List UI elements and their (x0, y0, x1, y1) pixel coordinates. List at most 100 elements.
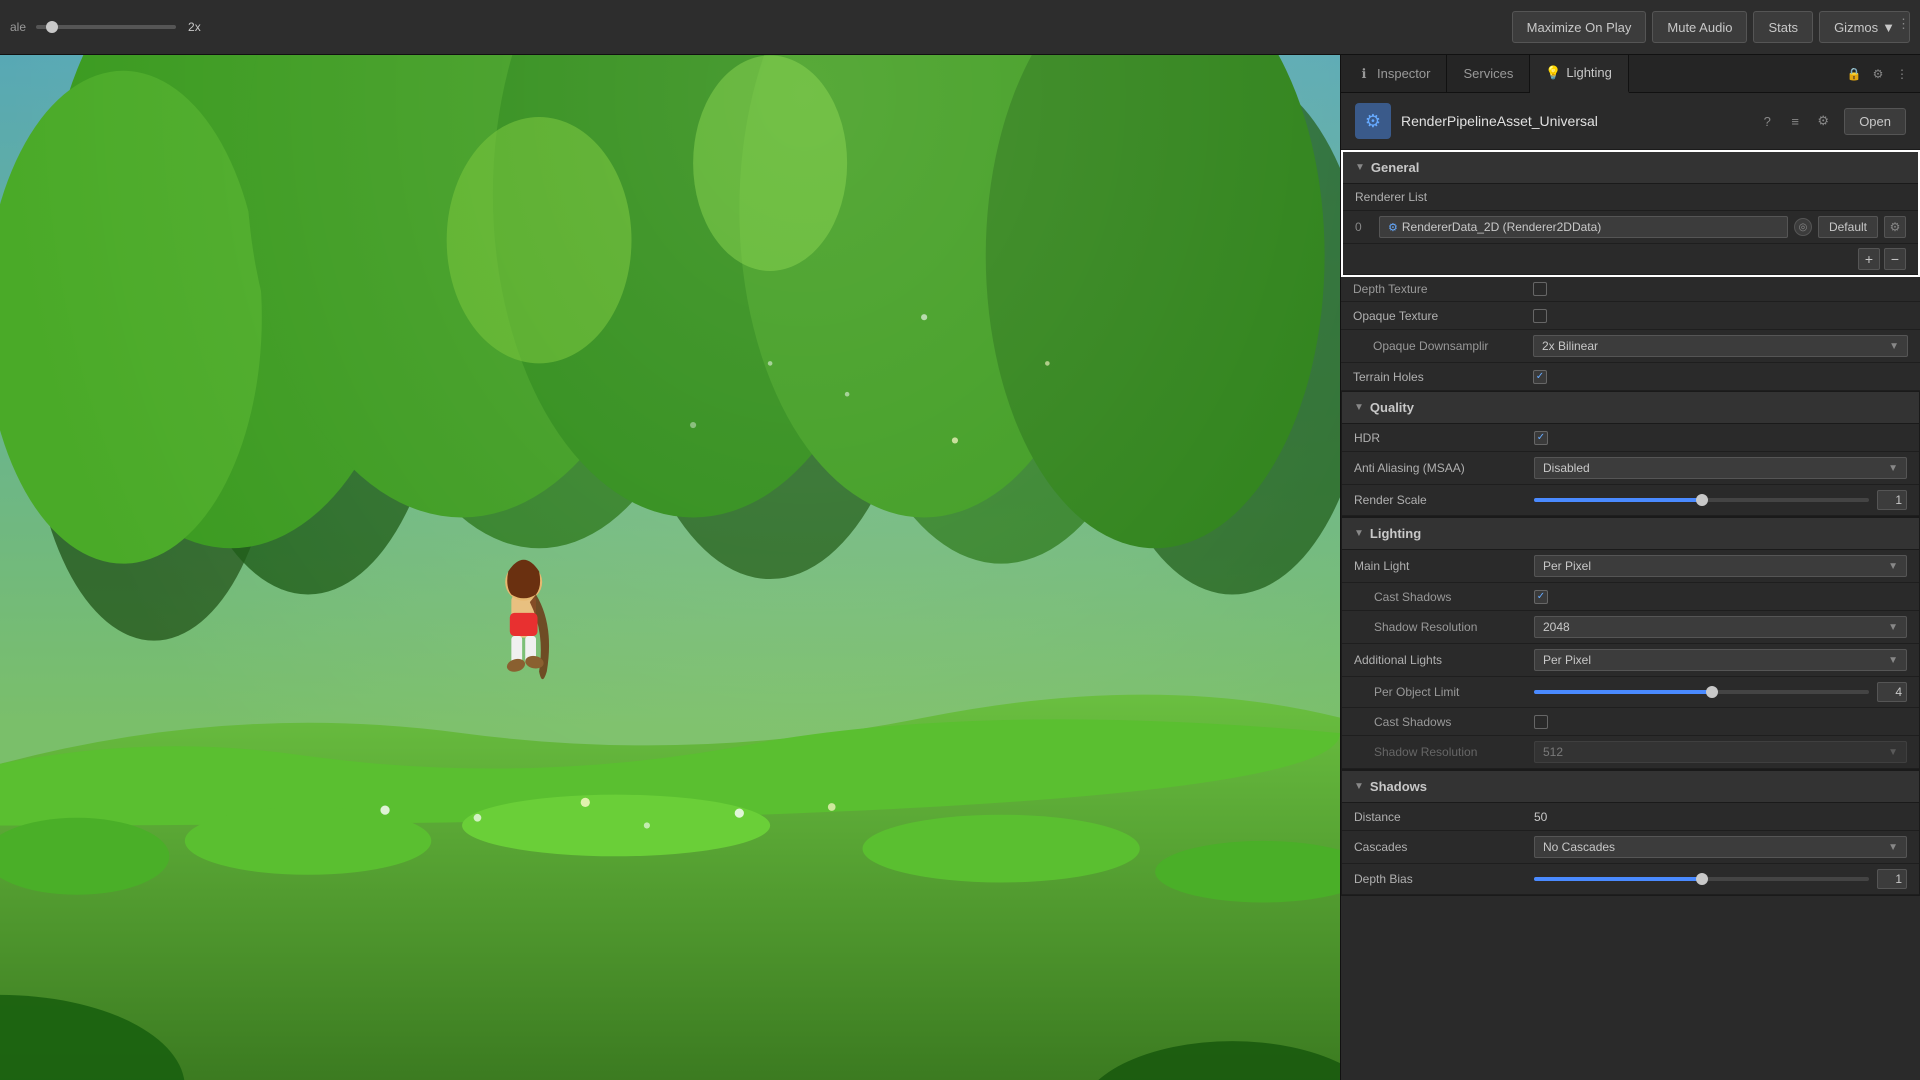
quality-section-header[interactable]: ▼ Quality (1342, 392, 1919, 424)
mute-audio-button[interactable]: Mute Audio (1652, 11, 1747, 43)
renderer-index: 0 (1355, 220, 1373, 234)
opaque-texture-checkbox[interactable] (1533, 309, 1547, 323)
render-scale-number: 1 (1877, 490, 1907, 510)
aa-dropdown-arrow-icon: ▼ (1888, 463, 1898, 474)
tab-inspector[interactable]: ℹ Inspector (1341, 55, 1447, 93)
add-shadow-res-label: Shadow Resolution (1354, 745, 1534, 759)
scale-label: ale (10, 20, 26, 34)
lighting-arrow-icon: ▼ (1354, 528, 1364, 539)
more-options-icon[interactable]: ⋮ (1897, 16, 1910, 32)
add-renderer-button[interactable]: + (1858, 248, 1880, 270)
default-button[interactable]: Default (1818, 216, 1878, 238)
main-cast-shadows-checkbox[interactable] (1534, 590, 1548, 604)
add-shadow-res-dropdown[interactable]: 512 ▼ (1534, 741, 1907, 763)
general-section-title: General (1371, 160, 1419, 175)
settings-icon[interactable]: ⚙ (1868, 64, 1888, 84)
add-cast-shadows-label: Cast Shadows (1354, 715, 1534, 729)
add-cast-shadows-row: Cast Shadows (1342, 708, 1919, 736)
per-object-limit-fill (1534, 690, 1712, 694)
gear2-icon[interactable]: ⚙ (1812, 110, 1834, 132)
distance-number: 50 (1534, 810, 1547, 824)
depth-texture-checkbox[interactable] (1533, 282, 1547, 296)
gizmos-arrow-icon: ▼ (1882, 20, 1895, 35)
hdr-value (1534, 431, 1907, 445)
tab-actions: 🔒 ⚙ ⋮ (1844, 64, 1920, 84)
depth-bias-row: Depth Bias 1 (1342, 864, 1919, 895)
top-toolbar: ale 2x Maximize On Play Mute Audio Stats… (0, 0, 1920, 55)
cascades-option: No Cascades (1543, 840, 1615, 854)
additional-lights-row: Additional Lights Per Pixel ▼ (1342, 644, 1919, 677)
additional-lights-dropdown[interactable]: Per Pixel ▼ (1534, 649, 1907, 671)
tab-lighting[interactable]: 💡 Lighting (1530, 55, 1629, 93)
main-light-dropdown[interactable]: Per Pixel ▼ (1534, 555, 1907, 577)
more-icon[interactable]: ⋮ (1892, 64, 1912, 84)
lock-icon[interactable]: 🔒 (1844, 64, 1864, 84)
hdr-label: HDR (1354, 431, 1534, 445)
scale-slider-thumb (46, 21, 58, 33)
opaque-downsampling-row: Opaque Downsamplir 2x Bilinear ▼ (1341, 330, 1920, 363)
depth-bias-track[interactable] (1534, 877, 1869, 881)
tab-services[interactable]: Services (1447, 55, 1530, 93)
render-scale-track[interactable] (1534, 498, 1869, 502)
terrain-holes-label: Terrain Holes (1353, 370, 1533, 384)
render-scale-thumb[interactable] (1696, 494, 1708, 506)
lighting-section: ▼ Lighting Main Light Per Pixel ▼ Cast S (1341, 517, 1920, 770)
opaque-texture-row: Opaque Texture (1341, 302, 1920, 330)
cascades-arrow-icon: ▼ (1888, 842, 1898, 853)
renderer-circle-button[interactable]: ◎ (1794, 218, 1812, 236)
scale-slider[interactable] (36, 25, 176, 29)
opaque-texture-value (1533, 309, 1908, 323)
hdr-checkbox[interactable] (1534, 431, 1548, 445)
additional-lights-label: Additional Lights (1354, 653, 1534, 667)
depth-bias-value: 1 (1534, 869, 1907, 889)
main-shadow-res-label: Shadow Resolution (1354, 620, 1534, 634)
cascades-dropdown[interactable]: No Cascades ▼ (1534, 836, 1907, 858)
asset-name: RenderPipelineAsset_Universal (1401, 113, 1746, 129)
depth-bias-number: 1 (1877, 869, 1907, 889)
open-button[interactable]: Open (1844, 108, 1906, 135)
stats-button[interactable]: Stats (1753, 11, 1813, 43)
main-light-arrow-icon: ▼ (1888, 561, 1898, 572)
render-scale-row: Render Scale 1 (1342, 485, 1919, 516)
renderer-asset[interactable]: ⚙ RendererData_2D (Renderer2DData) (1379, 216, 1788, 238)
settings2-icon[interactable]: ≡ (1784, 110, 1806, 132)
depth-bias-slider-container: 1 (1534, 869, 1907, 889)
lighting-section-header[interactable]: ▼ Lighting (1342, 518, 1919, 550)
shadows-section: ▼ Shadows Distance 50 Cascades No Cascad… (1341, 770, 1920, 896)
shadows-section-header[interactable]: ▼ Shadows (1342, 771, 1919, 803)
renderer-gear-icon[interactable]: ⚙ (1884, 216, 1906, 238)
inspector-content: ▼ General Renderer List 0 ⚙ RendererData… (1341, 150, 1920, 1080)
depth-bias-thumb[interactable] (1696, 873, 1708, 885)
distance-row: Distance 50 (1342, 803, 1919, 831)
opaque-downsampling-value: 2x Bilinear ▼ (1533, 335, 1908, 357)
terrain-holes-checkbox[interactable] (1533, 370, 1547, 384)
render-scale-slider-container: 1 (1534, 490, 1907, 510)
main-light-label: Main Light (1354, 559, 1534, 573)
general-arrow-icon: ▼ (1355, 162, 1365, 173)
additional-lights-option: Per Pixel (1543, 653, 1591, 667)
game-view (0, 55, 1340, 1080)
maximize-on-play-button[interactable]: Maximize On Play (1512, 11, 1647, 43)
main-light-option: Per Pixel (1543, 559, 1591, 573)
renderer-item: 0 ⚙ RendererData_2D (Renderer2DData) ◎ D… (1343, 211, 1918, 244)
main-shadow-res-dropdown[interactable]: 2048 ▼ (1534, 616, 1907, 638)
main-light-row: Main Light Per Pixel ▼ (1342, 550, 1919, 583)
help-icon[interactable]: ? (1756, 110, 1778, 132)
cascades-label: Cascades (1354, 840, 1534, 854)
per-object-limit-track[interactable] (1534, 690, 1869, 694)
add-remove-row: + − (1343, 244, 1918, 275)
add-cast-shadows-checkbox[interactable] (1534, 715, 1548, 729)
anti-aliasing-dropdown[interactable]: Disabled ▼ (1534, 457, 1907, 479)
inspector-panel: ℹ Inspector Services 💡 Lighting 🔒 ⚙ ⋮ ⚙ … (1340, 55, 1920, 1080)
remove-renderer-button[interactable]: − (1884, 248, 1906, 270)
general-section-header[interactable]: ▼ General (1343, 152, 1918, 184)
per-object-limit-thumb[interactable] (1706, 686, 1718, 698)
render-scale-fill (1534, 498, 1702, 502)
forest-scene-svg (0, 55, 1340, 1080)
anti-aliasing-value: Disabled ▼ (1534, 457, 1907, 479)
gizmos-label: Gizmos (1834, 20, 1878, 35)
opaque-downsampling-dropdown[interactable]: 2x Bilinear ▼ (1533, 335, 1908, 357)
asset-icon: ⚙ (1355, 103, 1391, 139)
per-object-limit-value: 4 (1534, 682, 1907, 702)
renderer-asset-name: RendererData_2D (Renderer2DData) (1402, 220, 1601, 234)
